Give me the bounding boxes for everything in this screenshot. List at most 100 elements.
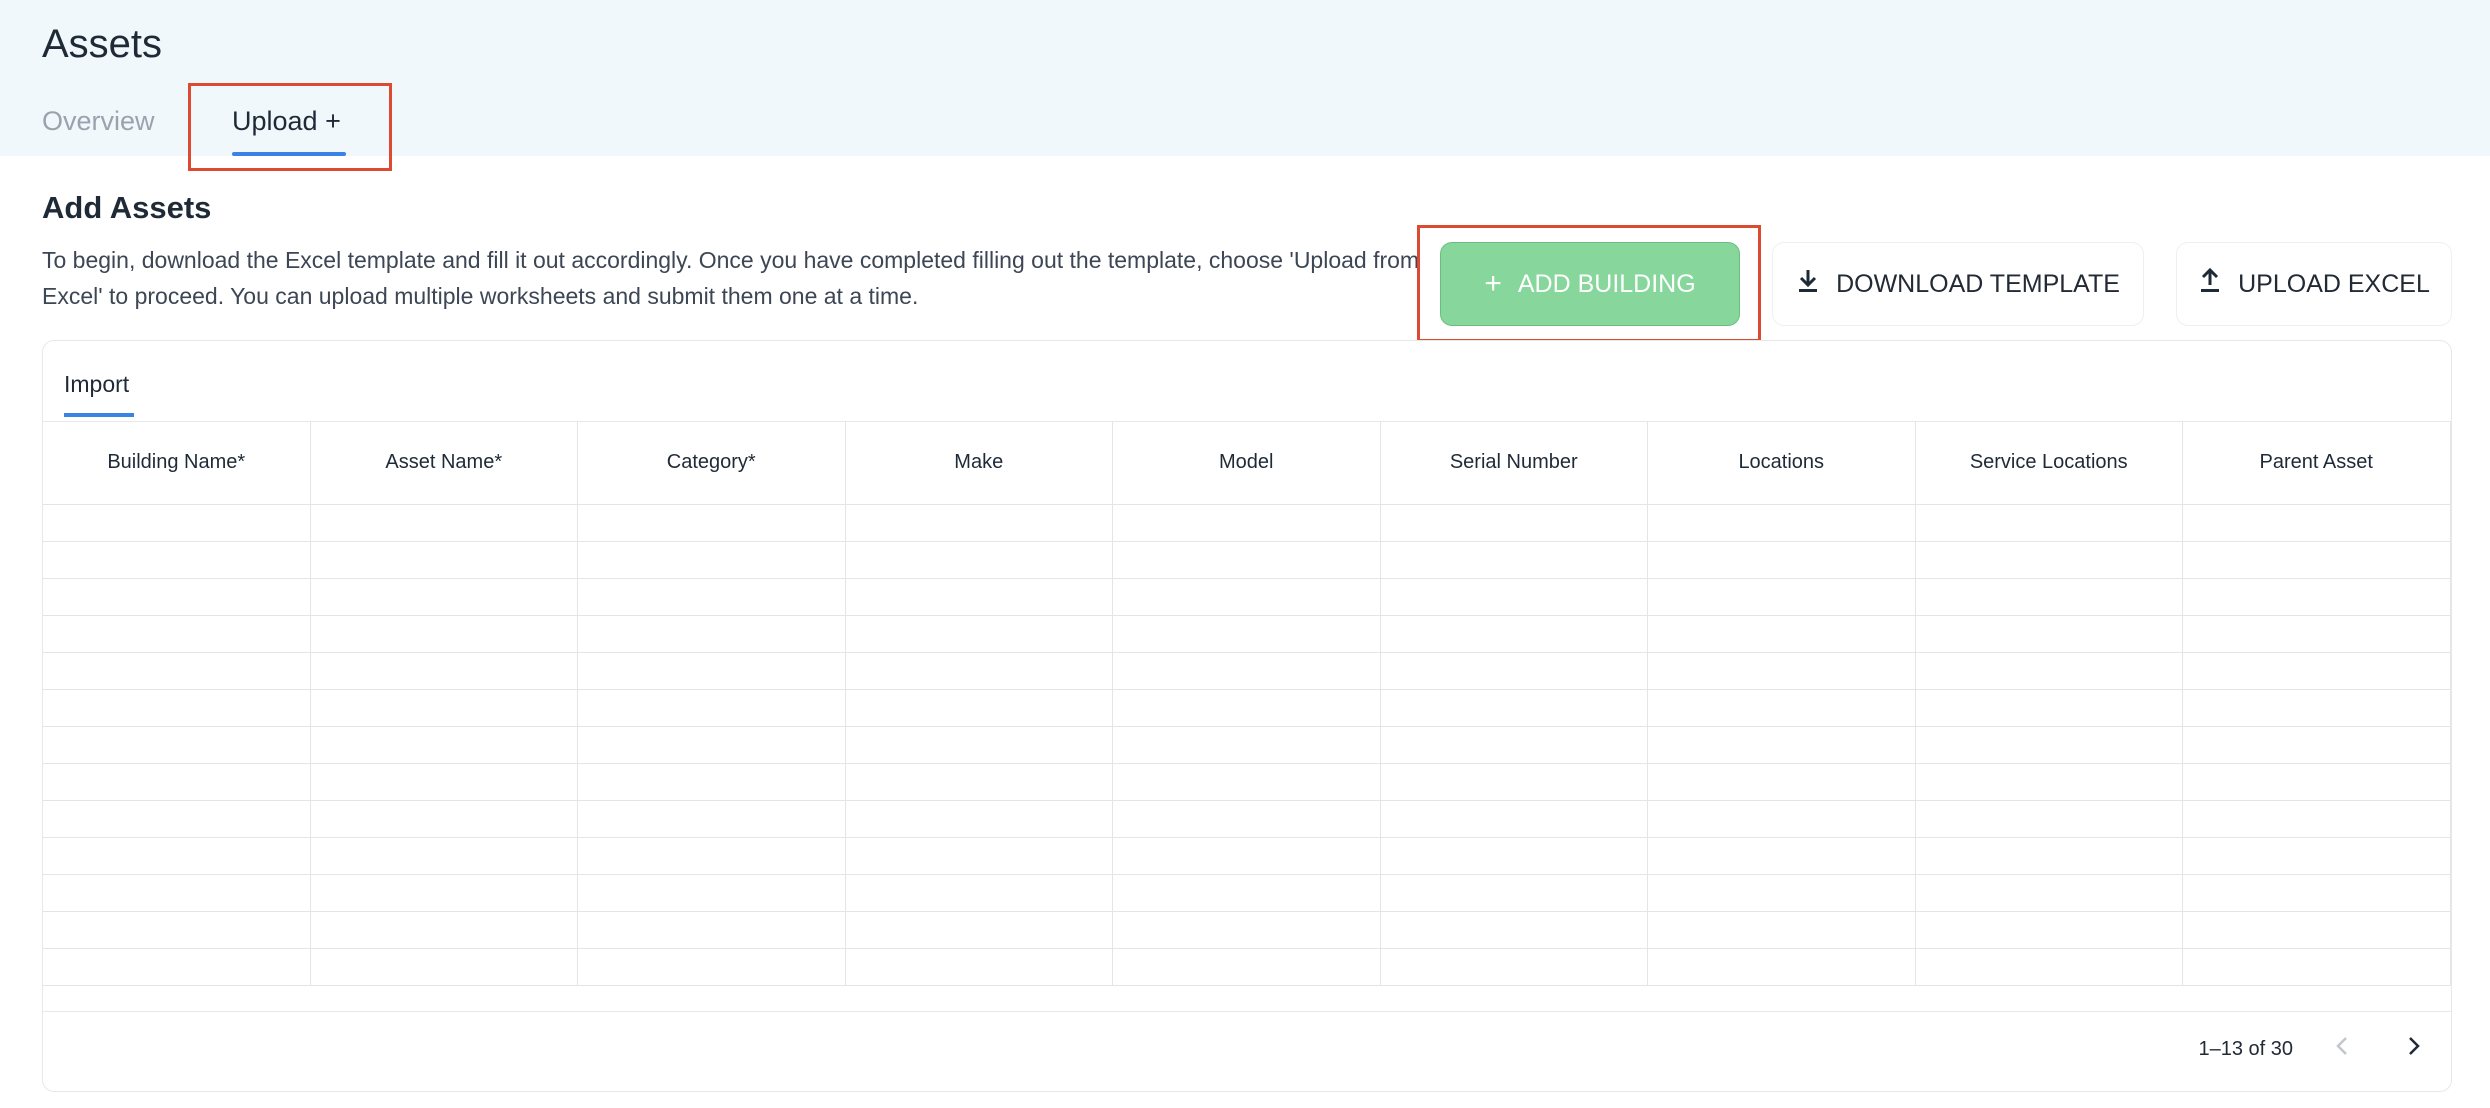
- grid-cell[interactable]: [311, 912, 578, 948]
- grid-cell[interactable]: [1381, 801, 1648, 837]
- grid-cell[interactable]: [846, 690, 1113, 726]
- grid-cell[interactable]: [1648, 875, 1916, 911]
- grid-cell[interactable]: [1381, 949, 1648, 985]
- grid-cell[interactable]: [311, 505, 578, 541]
- grid-cell[interactable]: [1381, 579, 1648, 615]
- grid-cell[interactable]: [1113, 949, 1381, 985]
- grid-cell[interactable]: [311, 801, 578, 837]
- grid-cell[interactable]: [311, 727, 578, 763]
- grid-cell[interactable]: [43, 616, 311, 652]
- grid-cell[interactable]: [578, 727, 846, 763]
- grid-cell[interactable]: [311, 690, 578, 726]
- grid-cell[interactable]: [2183, 912, 2451, 948]
- grid-cell[interactable]: [846, 616, 1113, 652]
- grid-cell[interactable]: [578, 690, 846, 726]
- grid-cell[interactable]: [1381, 690, 1648, 726]
- grid-cell[interactable]: [1648, 616, 1916, 652]
- grid-cell[interactable]: [846, 505, 1113, 541]
- grid-cell[interactable]: [1381, 764, 1648, 800]
- column-header[interactable]: Building Name*: [43, 421, 311, 504]
- grid-cell[interactable]: [846, 912, 1113, 948]
- grid-cell[interactable]: [1648, 949, 1916, 985]
- grid-cell[interactable]: [2183, 727, 2451, 763]
- grid-cell[interactable]: [43, 579, 311, 615]
- grid-cell[interactable]: [2183, 505, 2451, 541]
- grid-cell[interactable]: [578, 542, 846, 578]
- grid-cell[interactable]: [1113, 912, 1381, 948]
- grid-cell[interactable]: [846, 727, 1113, 763]
- grid-cell[interactable]: [1113, 579, 1381, 615]
- grid-cell[interactable]: [311, 949, 578, 985]
- grid-cell[interactable]: [1381, 875, 1648, 911]
- grid-cell[interactable]: [1113, 838, 1381, 874]
- grid-cell[interactable]: [1381, 912, 1648, 948]
- grid-cell[interactable]: [1916, 727, 2183, 763]
- grid-cell[interactable]: [2183, 579, 2451, 615]
- grid-cell[interactable]: [578, 653, 846, 689]
- column-header[interactable]: Make: [846, 421, 1113, 504]
- grid-cell[interactable]: [311, 616, 578, 652]
- grid-cell[interactable]: [1381, 727, 1648, 763]
- grid-cell[interactable]: [1916, 542, 2183, 578]
- column-header[interactable]: Model: [1113, 421, 1381, 504]
- column-header[interactable]: Category*: [578, 421, 846, 504]
- grid-cell[interactable]: [311, 579, 578, 615]
- grid-cell[interactable]: [1113, 727, 1381, 763]
- grid-cell[interactable]: [1648, 690, 1916, 726]
- grid-cell[interactable]: [2183, 838, 2451, 874]
- grid-cell[interactable]: [1113, 653, 1381, 689]
- grid-cell[interactable]: [578, 949, 846, 985]
- grid-cell[interactable]: [1648, 579, 1916, 615]
- grid-cell[interactable]: [1648, 727, 1916, 763]
- grid-cell[interactable]: [578, 801, 846, 837]
- grid-cell[interactable]: [846, 801, 1113, 837]
- column-header[interactable]: Parent Asset: [2183, 421, 2451, 504]
- grid-cell[interactable]: [578, 505, 846, 541]
- grid-cell[interactable]: [1648, 764, 1916, 800]
- grid-cell[interactable]: [43, 912, 311, 948]
- grid-cell[interactable]: [846, 579, 1113, 615]
- grid-cell[interactable]: [1648, 653, 1916, 689]
- grid-cell[interactable]: [1381, 505, 1648, 541]
- grid-cell[interactable]: [1113, 801, 1381, 837]
- grid-cell[interactable]: [1648, 542, 1916, 578]
- grid-cell[interactable]: [1916, 653, 2183, 689]
- grid-cell[interactable]: [1916, 949, 2183, 985]
- grid-cell[interactable]: [1113, 505, 1381, 541]
- grid-cell[interactable]: [578, 579, 846, 615]
- column-header[interactable]: Service Locations: [1916, 421, 2183, 504]
- grid-cell[interactable]: [846, 875, 1113, 911]
- grid-cell[interactable]: [2183, 542, 2451, 578]
- grid-cell[interactable]: [1916, 801, 2183, 837]
- grid-cell[interactable]: [2183, 801, 2451, 837]
- grid-cell[interactable]: [2183, 949, 2451, 985]
- grid-cell[interactable]: [1916, 505, 2183, 541]
- grid-cell[interactable]: [43, 764, 311, 800]
- grid-cell[interactable]: [1381, 653, 1648, 689]
- grid-cell[interactable]: [1113, 616, 1381, 652]
- grid-cell[interactable]: [846, 653, 1113, 689]
- grid-cell[interactable]: [2183, 764, 2451, 800]
- grid-cell[interactable]: [846, 949, 1113, 985]
- grid-cell[interactable]: [311, 653, 578, 689]
- grid-cell[interactable]: [1916, 690, 2183, 726]
- column-header[interactable]: Locations: [1648, 421, 1916, 504]
- grid-cell[interactable]: [1648, 838, 1916, 874]
- grid-cell[interactable]: [1916, 579, 2183, 615]
- grid-cell[interactable]: [311, 542, 578, 578]
- grid-cell[interactable]: [1113, 875, 1381, 911]
- grid-cell[interactable]: [2183, 653, 2451, 689]
- grid-cell[interactable]: [1648, 505, 1916, 541]
- grid-cell[interactable]: [1916, 616, 2183, 652]
- grid-cell[interactable]: [43, 949, 311, 985]
- grid-cell[interactable]: [1381, 838, 1648, 874]
- grid-cell[interactable]: [1113, 764, 1381, 800]
- grid-cell[interactable]: [43, 875, 311, 911]
- grid-cell[interactable]: [311, 875, 578, 911]
- grid-cell[interactable]: [43, 653, 311, 689]
- previous-page-button[interactable]: [2325, 1031, 2359, 1065]
- grid-cell[interactable]: [43, 727, 311, 763]
- grid-cell[interactable]: [2183, 875, 2451, 911]
- tab-import[interactable]: Import: [64, 371, 129, 398]
- upload-excel-button[interactable]: UPLOAD EXCEL: [2176, 242, 2452, 326]
